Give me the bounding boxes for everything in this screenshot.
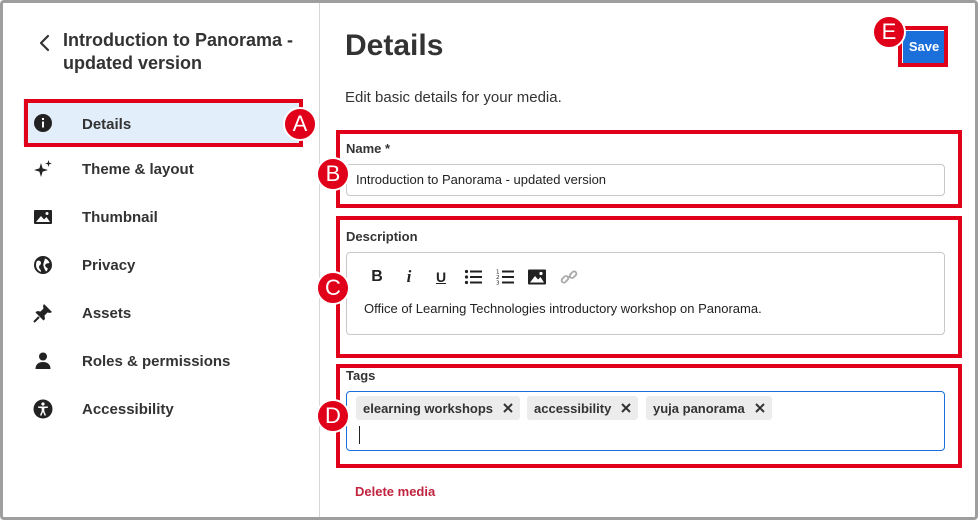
insert-image-icon[interactable] — [521, 267, 553, 287]
sidebar: Introduction to Panorama - updated versi… — [3, 3, 320, 517]
tag-chip: elearning workshops — [356, 396, 521, 420]
sidebar-item-label: Assets — [82, 305, 132, 322]
person-icon — [33, 351, 55, 373]
tags-input[interactable]: elearning workshops accessibility yuja p… — [346, 391, 945, 451]
annotation-badge-c: C — [316, 271, 350, 305]
sidebar-item-privacy[interactable]: Privacy — [23, 241, 303, 289]
sidebar-item-label: Thumbnail — [82, 209, 158, 226]
sidebar-item-assets[interactable]: Assets — [23, 289, 303, 337]
globe-icon — [33, 255, 55, 277]
sidebar-item-accessibility[interactable]: Accessibility — [23, 385, 303, 433]
text-caret — [359, 426, 360, 444]
remove-tag-icon[interactable] — [620, 402, 632, 414]
svg-text:3: 3 — [496, 281, 500, 287]
sidebar-nav: Details Theme & layout Thumbnail Privacy — [23, 99, 303, 433]
accessibility-icon — [33, 399, 55, 421]
numbered-list-icon[interactable]: 123 — [489, 267, 521, 287]
tags-label: Tags — [346, 368, 376, 383]
underline-icon[interactable]: U — [425, 267, 457, 287]
page-title: Details — [345, 29, 444, 62]
sidebar-item-label: Theme & layout — [82, 161, 194, 178]
save-button[interactable]: Save — [903, 31, 945, 63]
sidebar-item-theme-layout[interactable]: Theme & layout — [23, 145, 303, 193]
annotation-badge-a: A — [283, 107, 317, 141]
link-icon[interactable] — [553, 267, 585, 287]
chevron-left-icon[interactable] — [35, 29, 55, 57]
bold-icon[interactable]: B — [361, 267, 393, 287]
tag-chip: accessibility — [527, 396, 639, 420]
sidebar-item-label: Details — [82, 116, 132, 133]
sparkle-icon — [33, 159, 55, 181]
details-panel: Details Save Edit basic details for your… — [321, 3, 975, 517]
app-window: Introduction to Panorama - updated versi… — [0, 0, 978, 520]
delete-media-button[interactable]: Delete media — [355, 484, 435, 499]
description-text: Office of Learning Technologies introduc… — [364, 301, 762, 316]
rich-text-toolbar: B i U 123 — [361, 267, 585, 287]
info-icon — [33, 113, 55, 135]
sidebar-item-thumbnail[interactable]: Thumbnail — [23, 193, 303, 241]
sidebar-item-label: Roles & permissions — [82, 353, 231, 370]
description-label: Description — [346, 229, 418, 244]
tag-chip: yuja panorama — [646, 396, 772, 420]
sidebar-item-label: Accessibility — [82, 401, 174, 418]
annotation-badge-d: D — [316, 399, 350, 433]
tag-label: yuja panorama — [653, 400, 745, 416]
description-editor[interactable]: B i U 123 Office of Learning Technologie… — [346, 252, 945, 335]
sidebar-item-roles-permissions[interactable]: Roles & permissions — [23, 337, 303, 385]
page-subtitle: Edit basic details for your media. — [345, 89, 562, 106]
sidebar-item-label: Privacy — [82, 257, 136, 274]
sidebar-item-details[interactable]: Details — [23, 99, 303, 145]
media-title: Introduction to Panorama - updated versi… — [63, 30, 294, 73]
tag-label: accessibility — [534, 400, 612, 416]
pin-icon — [33, 303, 55, 325]
italic-icon[interactable]: i — [393, 267, 425, 287]
remove-tag-icon[interactable] — [502, 402, 514, 414]
name-label: Name * — [346, 141, 391, 156]
tag-label: elearning workshops — [363, 400, 494, 416]
name-field[interactable]: Introduction to Panorama - updated versi… — [346, 164, 945, 196]
image-icon — [33, 207, 55, 229]
remove-tag-icon[interactable] — [754, 402, 766, 414]
annotation-badge-e: E — [872, 15, 906, 49]
annotation-badge-b: B — [316, 157, 350, 191]
bullet-list-icon[interactable] — [457, 267, 489, 287]
